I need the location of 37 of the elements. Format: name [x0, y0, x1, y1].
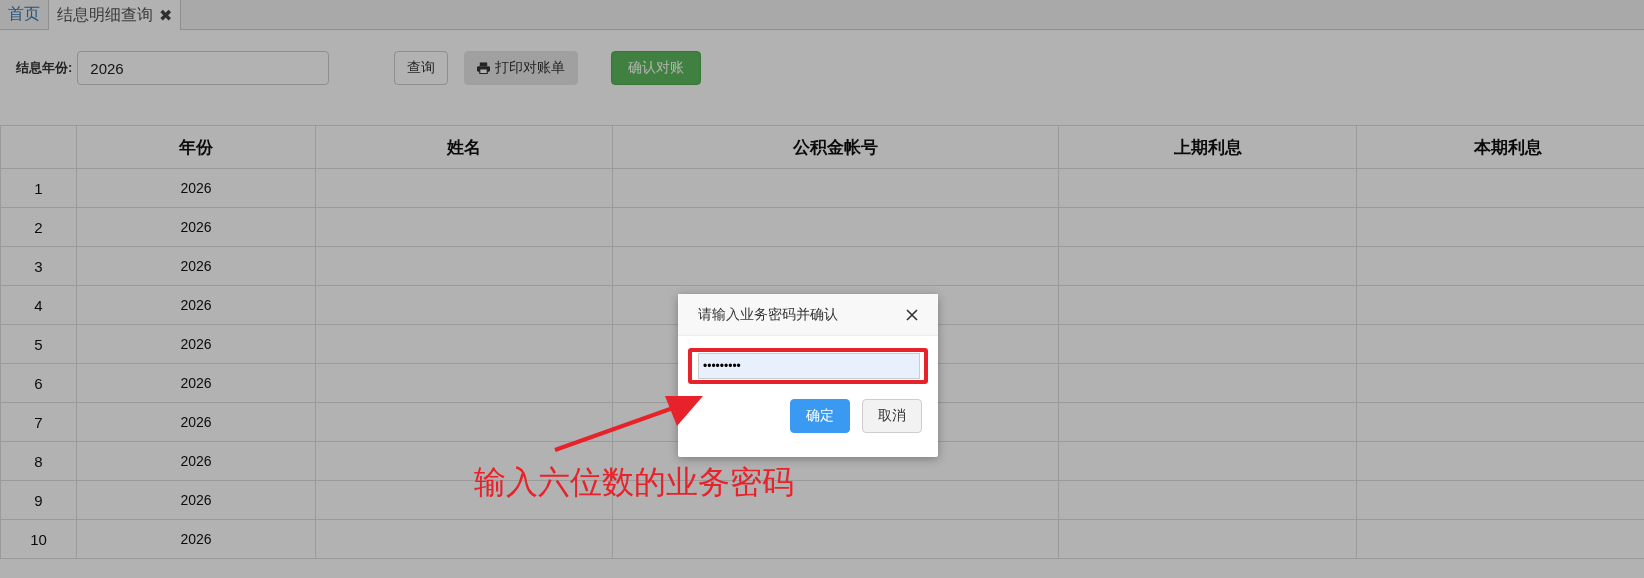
column-header: 公积金帐号 — [612, 125, 1059, 169]
query-button[interactable]: 查询 — [394, 51, 449, 85]
year-input[interactable]: 2026 — [77, 51, 330, 85]
page-tab[interactable]: 结息明细查询 ✖ — [49, 0, 182, 30]
column-header: 年份 — [76, 125, 316, 169]
table-cell: 2026 — [76, 246, 316, 286]
close-icon[interactable]: ✖ — [159, 5, 173, 25]
column-header: 姓名 — [315, 125, 613, 169]
cancel-button[interactable]: 取消 — [862, 399, 922, 433]
print-button[interactable]: 打印对账单 — [464, 51, 579, 85]
printer-icon — [477, 62, 491, 74]
dialog-title: 请输入业务密码并确认 — [698, 305, 838, 324]
row-number: 2 — [0, 207, 77, 247]
table-cell: 2026 — [76, 519, 316, 559]
column-header: 上期利息 — [1058, 125, 1357, 169]
close-icon[interactable] — [906, 308, 918, 321]
column-header: 本期利息 — [1356, 125, 1644, 169]
row-number: 6 — [0, 363, 77, 403]
field-label: 结息年份: — [16, 59, 73, 77]
row-number: 7 — [0, 402, 77, 442]
annotation-text: 输入六位数的业务密码 — [474, 462, 794, 503]
table-cell: 2026 — [76, 363, 316, 403]
row-number: 4 — [0, 285, 77, 325]
table-cell: 2026 — [76, 168, 316, 208]
table-cell: 2026 — [76, 207, 316, 247]
row-number: 5 — [0, 324, 77, 364]
table-cell: 2026 — [76, 480, 316, 520]
row-number: 8 — [0, 441, 77, 481]
row-number: 3 — [0, 246, 77, 286]
table-cell: 2026 — [76, 324, 316, 364]
table-cell: 2026 — [76, 285, 316, 325]
row-number: 1 — [0, 168, 77, 208]
password-input[interactable]: ••••••••• — [698, 353, 920, 379]
row-number: 10 — [0, 519, 77, 559]
row-number: 9 — [0, 480, 77, 520]
table-cell: 2026 — [76, 441, 316, 481]
table-cell: 2026 — [76, 402, 316, 442]
